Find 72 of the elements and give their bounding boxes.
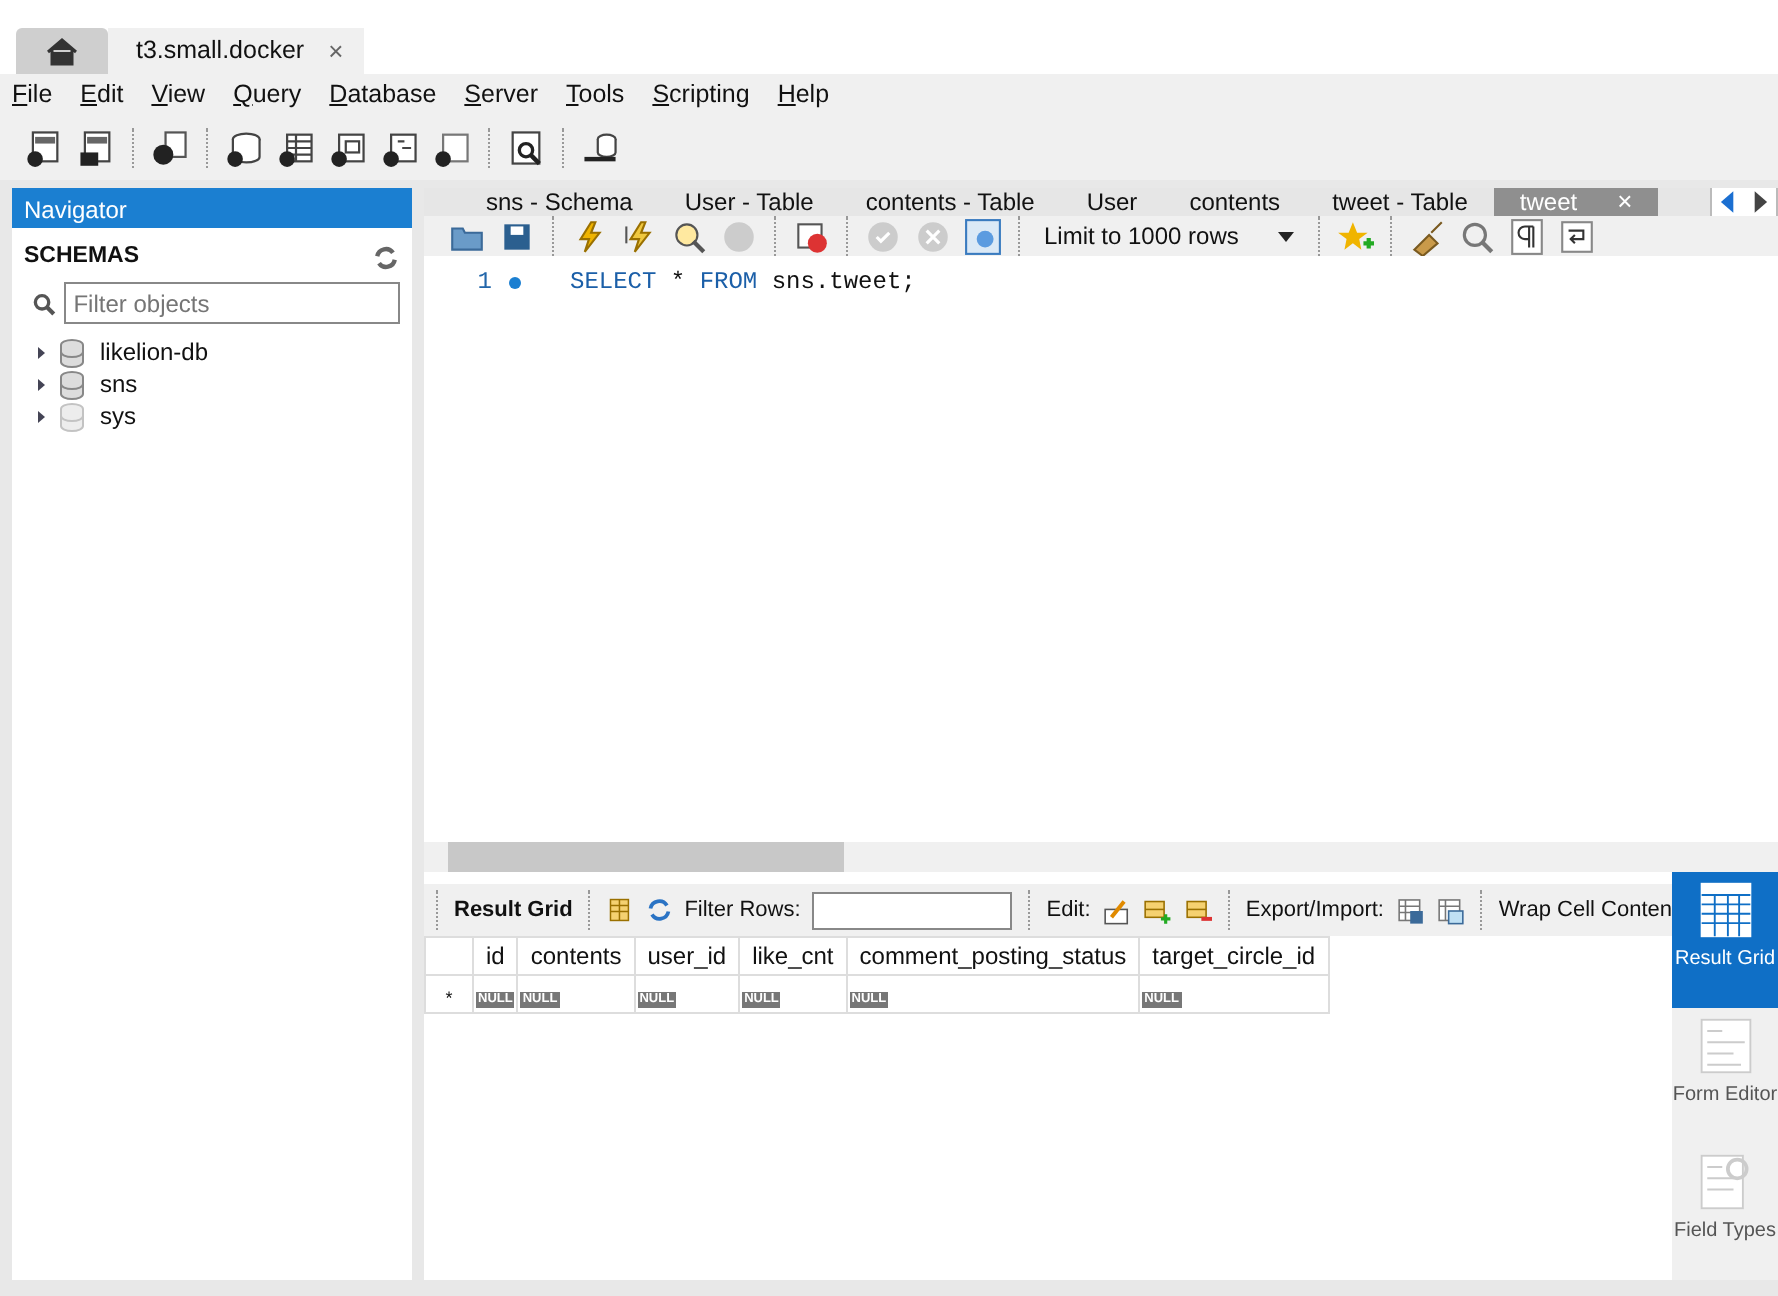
open-sql-file-icon[interactable] <box>76 128 116 168</box>
caret-icon <box>1278 231 1295 241</box>
edit-label: Edit: <box>1046 895 1091 926</box>
column-header[interactable]: comment_posting_status <box>846 937 1140 975</box>
home-tab[interactable] <box>16 28 108 74</box>
search-table-icon[interactable] <box>506 128 546 168</box>
editor-tab[interactable]: contents - Table <box>839 188 1061 216</box>
panel-header: Navigator <box>12 188 412 228</box>
statement-marker-icon <box>508 275 522 289</box>
side-tab[interactable]: Field Types <box>1672 1144 1778 1280</box>
schema-item[interactable]: likelion-db <box>100 334 209 371</box>
filter-label: Filter Rows: <box>684 895 801 926</box>
expand-arrow-icon[interactable] <box>32 343 50 362</box>
side-tab[interactable]: Result Grid <box>1672 872 1778 1008</box>
menu-item[interactable]: Database <box>329 76 437 114</box>
filter-rows-field[interactable] <box>812 891 1013 929</box>
column-header[interactable]: target_circle_id <box>1139 937 1329 975</box>
beautify-icon[interactable] <box>1408 217 1447 255</box>
editor-tab[interactable]: tweet - Table <box>1306 188 1494 216</box>
home-icon <box>44 33 80 69</box>
new-function-icon[interactable] <box>432 128 472 168</box>
menu-item[interactable]: Query <box>233 76 302 114</box>
autocommit-icon[interactable] <box>964 217 1002 255</box>
editor-tab[interactable]: User - Table <box>658 188 840 216</box>
line-number: 1 <box>475 266 492 300</box>
tab-label: t3.small.docker <box>136 34 305 69</box>
close-button[interactable]: × <box>328 31 344 71</box>
add-snippet-icon[interactable] <box>1336 217 1375 255</box>
grid-icon <box>1695 880 1755 940</box>
menu-item[interactable]: File <box>12 76 53 114</box>
menu-item[interactable]: Edit <box>80 76 124 114</box>
menu-item[interactable]: Server <box>464 76 538 114</box>
tab-label: tweet <box>1519 188 1578 216</box>
row-marker: * <box>445 987 453 1007</box>
connection-tab[interactable]: t3.small.docker × <box>108 28 364 74</box>
new-schema-icon[interactable] <box>224 128 264 168</box>
stop-on-error-icon[interactable] <box>792 217 830 255</box>
scrollbar-thumb[interactable] <box>448 842 844 872</box>
new-procedure-icon[interactable] <box>380 128 420 168</box>
column-header[interactable]: user_id <box>634 937 740 975</box>
menu-item[interactable]: Help <box>777 76 830 114</box>
new-view-icon[interactable] <box>328 128 368 168</box>
expand-arrow-icon[interactable] <box>32 407 50 426</box>
menu-item[interactable]: Tools <box>566 76 625 114</box>
code-line: SELECT * FROM sns.tweet; <box>570 266 916 300</box>
column-header[interactable]: contents <box>517 937 635 975</box>
side-tab[interactable]: Form Editor <box>1672 1008 1778 1144</box>
export-import-label: Export/Import: <box>1245 895 1384 926</box>
expand-arrow-icon[interactable] <box>32 375 50 394</box>
result-grid-label: Result Grid <box>454 895 573 926</box>
schema-item[interactable]: sns <box>100 366 138 403</box>
schema-item[interactable]: sys <box>100 398 136 435</box>
search-icon[interactable] <box>1458 217 1497 255</box>
new-table-icon[interactable] <box>276 128 316 168</box>
explain-icon[interactable] <box>670 217 708 255</box>
column-header[interactable]: id <box>473 937 518 975</box>
editor-tab[interactable]: contents <box>1163 188 1307 216</box>
section-title: SCHEMAS <box>24 242 140 272</box>
form-icon <box>1695 1016 1755 1076</box>
column-header[interactable]: like_cnt <box>739 937 847 975</box>
filter-field[interactable]: Filter objects <box>63 282 400 325</box>
invisible-chars-icon[interactable] <box>1508 217 1547 255</box>
menu-item[interactable]: Scripting <box>652 76 750 114</box>
refresh-icon[interactable] <box>372 243 400 272</box>
new-sql-tab-icon[interactable] <box>24 128 64 168</box>
wrap-cell-label: Wrap Cell Conten <box>1498 895 1672 926</box>
word-wrap-icon[interactable] <box>1558 217 1597 255</box>
search-icon <box>32 291 56 316</box>
limit-dropdown[interactable]: Limit to 1000 rows <box>1036 218 1303 254</box>
editor-tab[interactable]: sns - Schema <box>460 188 659 216</box>
editor-tab[interactable]: User <box>1060 188 1164 216</box>
menu-item[interactable]: View <box>151 76 206 114</box>
